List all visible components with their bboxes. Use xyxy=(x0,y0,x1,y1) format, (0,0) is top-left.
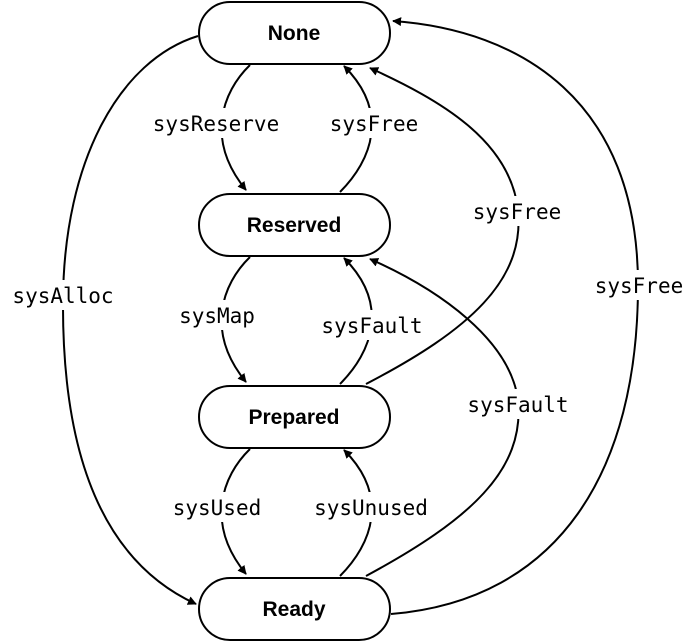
edge-label-sysfree-reserved-none: sysFree xyxy=(322,108,426,138)
edge-label-sysreserve: sysReserve xyxy=(142,108,290,138)
edge-label-sysunused: sysUnused xyxy=(304,492,438,522)
svg-text:sysFree: sysFree xyxy=(330,112,419,136)
state-diagram: sysReserve sysFree sysMap sysFault sysUs… xyxy=(4,1,691,641)
svg-text:sysReserve: sysReserve xyxy=(153,112,279,136)
edge-label-sysalloc: sysAlloc xyxy=(4,280,122,310)
state-node-none: None xyxy=(198,1,391,65)
edge-label-sysfault-prepared-reserved: sysFault xyxy=(312,310,432,340)
svg-text:sysAlloc: sysAlloc xyxy=(12,284,113,308)
edge-label-sysfault-ready-reserved: sysFault xyxy=(458,389,578,419)
svg-text:sysUnused: sysUnused xyxy=(314,496,428,520)
svg-text:Prepared: Prepared xyxy=(248,406,339,429)
state-node-reserved: Reserved xyxy=(198,193,391,257)
edge-label-sysfree-prepared-none: sysFree xyxy=(465,196,569,226)
svg-text:sysFault: sysFault xyxy=(467,393,568,417)
edge-label-sysused: sysUsed xyxy=(164,492,270,522)
svg-text:sysFree: sysFree xyxy=(473,200,562,224)
svg-text:None: None xyxy=(268,22,321,45)
edge-label-sysmap: sysMap xyxy=(172,300,262,330)
svg-text:sysFault: sysFault xyxy=(321,314,422,338)
svg-text:sysMap: sysMap xyxy=(179,304,255,328)
svg-text:sysUsed: sysUsed xyxy=(173,496,262,520)
state-node-ready: Ready xyxy=(198,577,391,641)
state-node-prepared: Prepared xyxy=(198,385,391,449)
svg-text:Reserved: Reserved xyxy=(247,214,342,237)
svg-text:Ready: Ready xyxy=(262,598,325,621)
edge-label-sysfree-ready-none: sysFree xyxy=(587,270,691,300)
svg-text:sysFree: sysFree xyxy=(595,274,684,298)
